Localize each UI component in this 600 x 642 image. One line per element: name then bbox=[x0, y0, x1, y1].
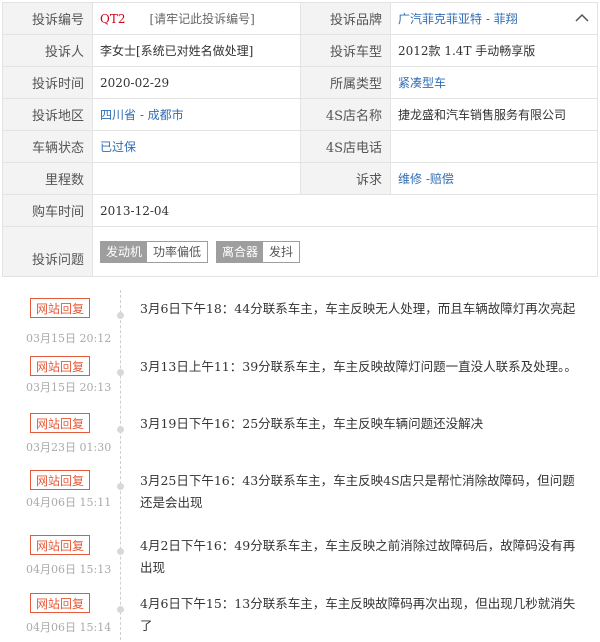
reply-time: 03月15日 20:13 bbox=[26, 381, 112, 394]
issue-tag-clutch[interactable]: 离合器 发抖 bbox=[216, 240, 301, 263]
region-link[interactable]: 四川省 - 成都市 bbox=[100, 106, 184, 123]
dealer-phone-label: 4S店电话 bbox=[301, 131, 391, 162]
dealer-name-value: 捷龙盛和汽车销售服务有限公司 bbox=[398, 108, 567, 122]
reply-badge: 网站回复 bbox=[30, 298, 90, 318]
issue-tag-main: 发动机 bbox=[101, 241, 148, 262]
reply-text: 3月19日下午16：25分联系车主，车主反映车辆问题还没解决 bbox=[140, 416, 484, 431]
region-value: 四川省 - 成都市 bbox=[93, 99, 301, 130]
purchase-time-value: 2013-12-04 bbox=[100, 203, 170, 218]
timeline-dot bbox=[117, 312, 124, 319]
reply-time: 03月23日 01:30 bbox=[26, 441, 112, 454]
chevron-up-icon[interactable] bbox=[575, 11, 589, 25]
complaint-id: QT2 bbox=[100, 11, 126, 26]
demand-value: 维修 -赔偿 bbox=[391, 163, 597, 194]
reply-badge: 网站回复 bbox=[30, 535, 90, 555]
info-row: 投诉问题 发动机 功率偏低 离合器 发抖 bbox=[3, 227, 597, 277]
reply-text: 3月6日下午18：44分联系车主，车主反映无人处理，而且车辆故障灯再次亮起 bbox=[140, 301, 576, 316]
info-row: 投诉地区 四川省 - 成都市 4S店名称 捷龙盛和汽车销售服务有限公司 bbox=[3, 99, 597, 131]
timeline-dot bbox=[117, 426, 124, 433]
reply-badge: 网站回复 bbox=[30, 593, 90, 613]
demand-link[interactable]: 维修 -赔偿 bbox=[398, 170, 454, 187]
brand-value: 广汽菲克菲亚特 - 菲翔 bbox=[391, 3, 597, 34]
reply-badge: 网站回复 bbox=[30, 356, 90, 376]
vehicle-status-link[interactable]: 已过保 bbox=[100, 138, 136, 155]
mileage-label: 里程数 bbox=[3, 163, 93, 194]
reply-time: 04月06日 15:14 bbox=[26, 621, 112, 634]
reply-time: 03月15日 20:12 bbox=[26, 332, 112, 345]
dealer-name-label: 4S店名称 bbox=[301, 99, 391, 130]
category-link[interactable]: 紧凑型车 bbox=[398, 74, 446, 91]
dealer-phone-value bbox=[391, 131, 597, 162]
timeline-line bbox=[120, 290, 121, 640]
reply-badge: 网站回复 bbox=[30, 413, 90, 433]
info-row: 投诉人 李女士[系统已对姓名做处理] 投诉车型 2012款 1.4T 手动畅享版 bbox=[3, 35, 597, 67]
region-label: 投诉地区 bbox=[3, 99, 93, 130]
reply-text: 3月25日下午16：43分联系车主，车主反映4S店只是帮忙消除故障码，但问题还是… bbox=[140, 473, 575, 510]
model-label: 投诉车型 bbox=[301, 35, 391, 66]
info-row: 购车时间 2013-12-04 bbox=[3, 195, 597, 227]
issue-tags: 发动机 功率偏低 离合器 发抖 bbox=[93, 227, 597, 276]
purchase-time-label: 购车时间 bbox=[3, 195, 93, 226]
demand-label: 诉求 bbox=[301, 163, 391, 194]
category-label: 所属类型 bbox=[301, 67, 391, 98]
info-row: 投诉编号 QT2 [请牢记此投诉编号] 投诉品牌 广汽菲克菲亚特 - 菲翔 bbox=[3, 3, 597, 35]
issue-tag-engine[interactable]: 发动机 功率偏低 bbox=[100, 240, 209, 263]
reply-badge: 网站回复 bbox=[30, 470, 90, 490]
vehicle-status-value: 已过保 bbox=[93, 131, 301, 162]
complaint-id-note: [请牢记此投诉编号] bbox=[149, 12, 255, 26]
complainant-label: 投诉人 bbox=[3, 35, 93, 66]
mileage-value bbox=[93, 163, 301, 194]
complaint-time-value: 2020-02-29 bbox=[93, 67, 301, 98]
issue-tag-sub: 发抖 bbox=[263, 241, 300, 262]
complaint-time-label: 投诉时间 bbox=[3, 67, 93, 98]
brand-link[interactable]: 广汽菲克菲亚特 - 菲翔 bbox=[398, 10, 518, 27]
issue-tag-sub: 功率偏低 bbox=[147, 241, 208, 262]
info-row: 车辆状态 已过保 4S店电话 bbox=[3, 131, 597, 163]
issue-label: 投诉问题 bbox=[3, 227, 93, 276]
vehicle-status-label: 车辆状态 bbox=[3, 131, 93, 162]
issue-tag-main: 离合器 bbox=[217, 241, 264, 262]
timeline-dot bbox=[117, 606, 124, 613]
complaint-info-table: 投诉编号 QT2 [请牢记此投诉编号] 投诉品牌 广汽菲克菲亚特 - 菲翔 投诉… bbox=[2, 2, 598, 277]
category-value: 紧凑型车 bbox=[391, 67, 597, 98]
reply-time: 04月06日 15:13 bbox=[26, 563, 112, 576]
reply-text: 4月6日下午15：13分联系车主，车主反映故障码再次出现，但出现几秒就消失了 bbox=[140, 596, 576, 633]
reply-text: 3月13日上午11：39分联系车主，车主反映故障灯问题一直没人联系及处理。。 bbox=[140, 359, 577, 374]
model-value: 2012款 1.4T 手动畅享版 bbox=[398, 44, 536, 58]
timeline-dot bbox=[117, 483, 124, 490]
timeline-dot bbox=[117, 369, 124, 376]
timeline-dot bbox=[117, 548, 124, 555]
info-row: 投诉时间 2020-02-29 所属类型 紧凑型车 bbox=[3, 67, 597, 99]
info-row: 里程数 诉求 维修 -赔偿 bbox=[3, 163, 597, 195]
complaint-id-label: 投诉编号 bbox=[3, 3, 93, 34]
reply-text: 4月2日下午16：49分联系车主，车主反映之前消除过故障码后，故障码没有再出现 bbox=[140, 538, 576, 575]
complaint-id-value: QT2 [请牢记此投诉编号] bbox=[93, 3, 301, 34]
brand-label: 投诉品牌 bbox=[301, 3, 391, 34]
reply-time: 04月06日 15:11 bbox=[26, 496, 112, 509]
complainant-value: 李女士[系统已对姓名做处理] bbox=[93, 35, 301, 66]
